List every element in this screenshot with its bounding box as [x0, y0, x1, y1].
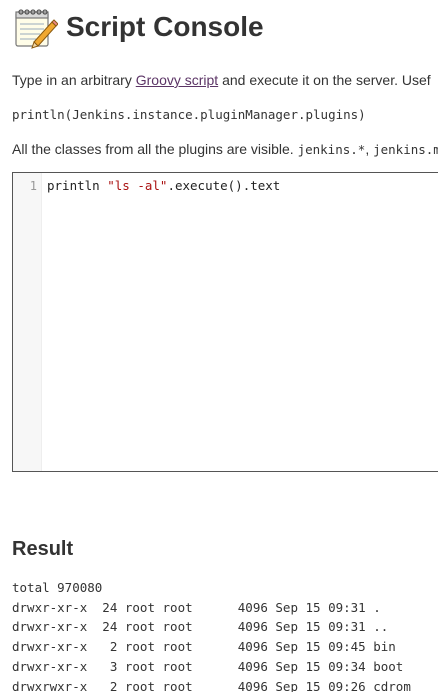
- result-line: drwxrwxr-x 2 root root 4096 Sep 15 09:26…: [12, 678, 411, 692]
- result-line: total 970080: [12, 580, 103, 595]
- intro-after-link: and execute it on the server. Usef: [218, 72, 431, 88]
- code-suffix: .execute().text: [167, 178, 281, 193]
- result-line: drwxr-xr-x 24 root root 4096 Sep 15 09:3…: [12, 619, 389, 635]
- classes-info-text: All the classes from all the plugins are…: [12, 141, 298, 157]
- classes-info-code-jenkins: jenkins.*: [297, 142, 366, 157]
- groovy-script-link[interactable]: Groovy script: [136, 72, 218, 88]
- classes-info-code-jenkins-model: jenkins.mo: [373, 142, 438, 157]
- result-line: drwxr-xr-x 2 root root 4096 Sep 15 09:45…: [12, 639, 396, 655]
- script-console-page: Script Console Type in an arbitrary Groo…: [0, 0, 438, 692]
- result-heading: Result: [12, 538, 74, 560]
- intro-text: Type in an arbitrary Groovy script and e…: [12, 72, 431, 88]
- result-line: drwxr-xr-x 3 root root 4096 Sep 15 09:34…: [12, 658, 404, 674]
- result-output: total 970080 drwxr-xr-x 24 root root 409…: [12, 578, 411, 692]
- editor-code-line[interactable]: println "ls -al".execute().text: [47, 178, 280, 193]
- classes-info-separator: ,: [365, 141, 374, 157]
- intro-before-link: Type in an arbitrary: [12, 72, 136, 88]
- example-code: println(Jenkins.instance.pluginManager.p…: [12, 107, 366, 122]
- code-string: "ls -al": [107, 178, 168, 193]
- editor-gutter: 1: [13, 173, 42, 471]
- page-title: Script Console: [66, 11, 264, 42]
- page-header: Script Console: [12, 4, 264, 50]
- code-prefix: println: [47, 178, 108, 193]
- line-number: 1: [29, 179, 37, 193]
- classes-info: All the classes from all the plugins are…: [12, 141, 438, 157]
- script-editor[interactable]: 1 println "ls -al".execute().text: [12, 172, 438, 472]
- notepad-icon: [15, 9, 58, 49]
- result-line: drwxr-xr-x 24 root root 4096 Sep 15 09:3…: [12, 599, 381, 615]
